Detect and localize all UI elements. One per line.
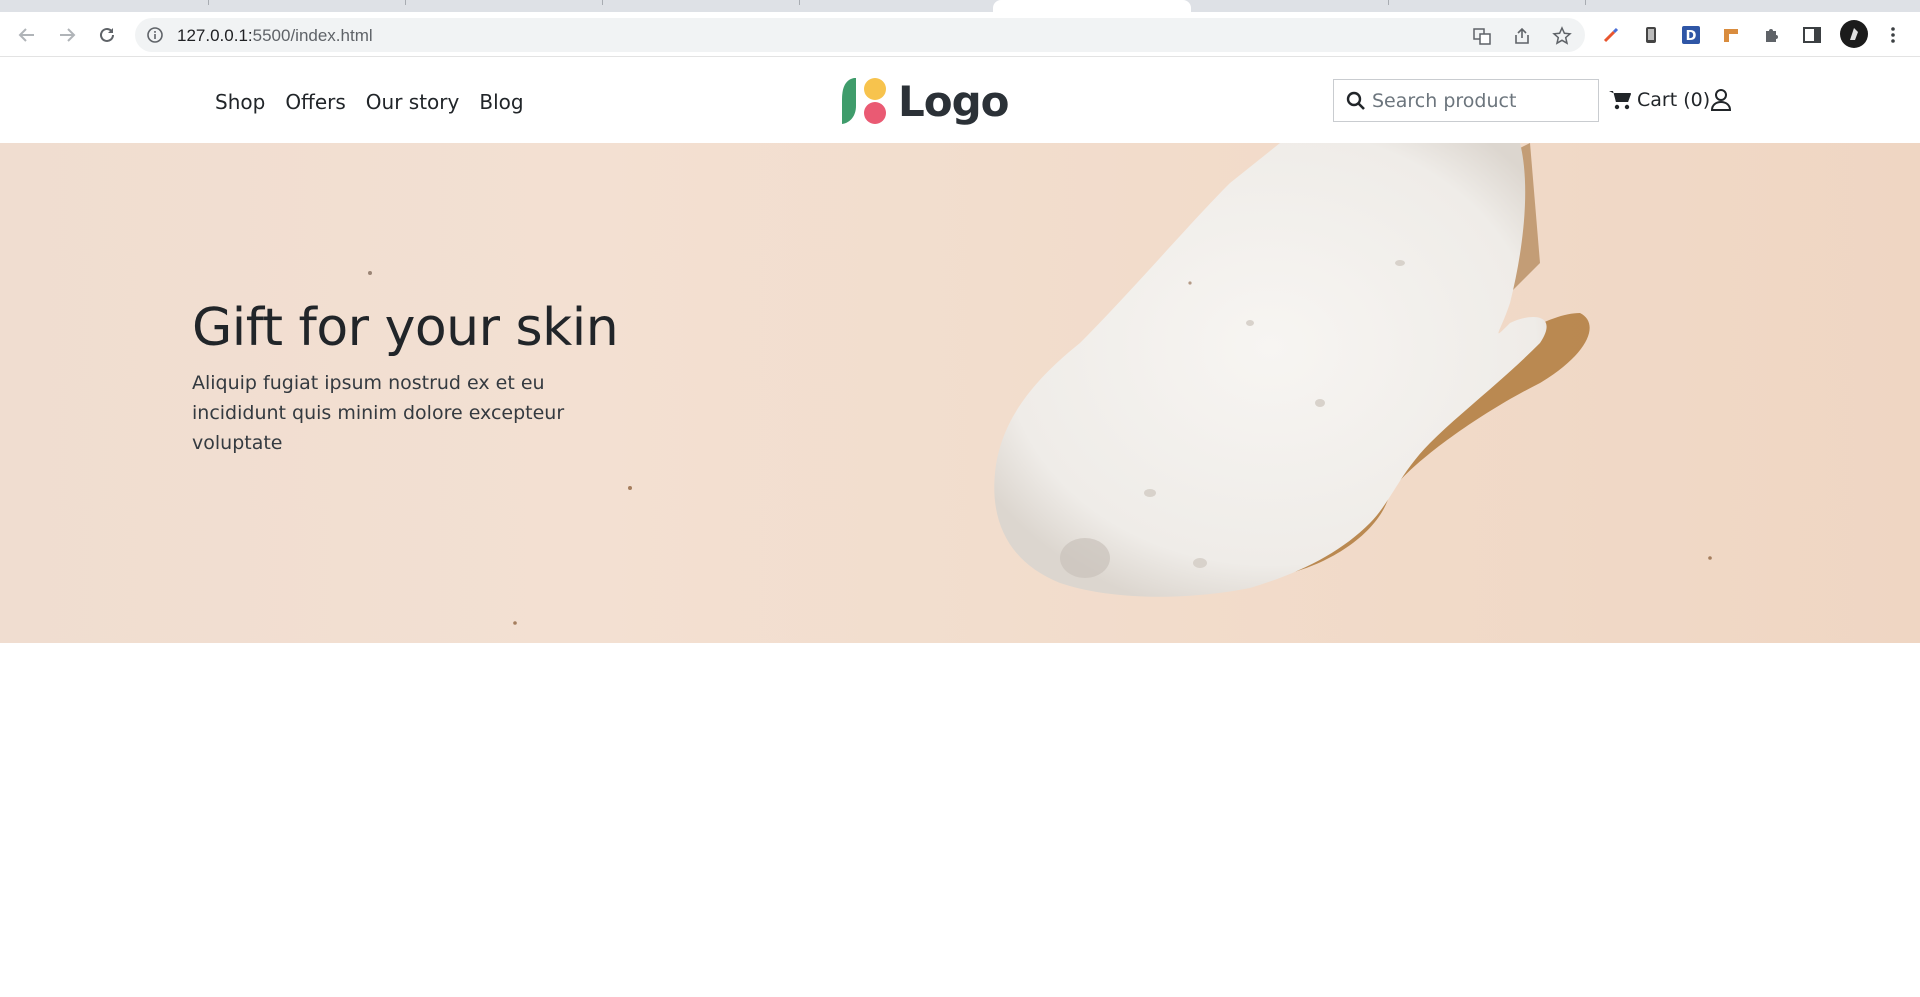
profile-avatar[interactable] [1840,20,1868,48]
menu-kebab-icon[interactable] [1882,24,1904,46]
hero-subtitle: Aliquip fugiat ipsum nostrud ex et eu in… [192,372,565,454]
color-picker-extension-icon[interactable] [1600,24,1622,46]
bookmark-star-icon[interactable] [1551,25,1573,47]
ruler-extension-icon[interactable] [1720,24,1742,46]
site-header: Shop Offers Our story Blog Logo Cart (0) [0,58,1920,143]
user-account-icon[interactable] [1710,88,1732,117]
reload-icon [100,27,114,42]
translate-icon[interactable] [1471,25,1493,47]
tab-separator [1388,0,1389,5]
cart-label: Cart (0) [1637,89,1711,111]
search-box[interactable] [1333,79,1599,122]
tab-separator [405,0,406,5]
d-extension-icon[interactable]: D [1680,24,1702,46]
tab-separator [208,0,209,5]
cart-button[interactable]: Cart (0) [1608,89,1710,111]
nav-link-shop[interactable]: Shop [215,90,265,114]
address-bar[interactable]: 127.0.0.1:5500/index.html [135,18,1585,52]
url-path: 5500/index.html [252,26,373,45]
nav-link-our-story[interactable]: Our story [366,90,460,114]
reload-button[interactable] [94,22,120,48]
search-input[interactable] [1372,80,1592,121]
site-info-icon[interactable] [147,27,163,48]
tab-separator [602,0,603,5]
url-text[interactable]: 127.0.0.1:5500/index.html [177,26,373,46]
arrow-left-icon [18,28,34,42]
extensions-puzzle-icon[interactable] [1761,24,1783,46]
nav-link-offers[interactable]: Offers [285,90,345,114]
arrow-right-icon [60,28,76,42]
phone-extension-icon[interactable] [1640,24,1662,46]
tab-separator [799,0,800,5]
url-host: 127.0.0.1: [177,26,253,45]
nav-link-blog[interactable]: Blog [479,90,523,114]
back-button[interactable] [14,22,40,48]
browser-toolbar: 127.0.0.1:5500/index.html D [0,12,1920,57]
cart-icon [1609,91,1631,110]
browser-tabstrip [0,0,1920,12]
active-tab[interactable] [993,0,1191,12]
logo-text: Logo [898,76,1010,126]
hero-banner: Gift for your skin Aliquip fugiat ipsum … [0,143,1920,643]
main-nav: Shop Offers Our story Blog [215,90,524,114]
hero-title: Gift for your skin [192,298,619,358]
forward-button[interactable] [54,22,80,48]
logo-mark-icon [842,78,886,124]
side-panel-icon[interactable] [1801,24,1823,46]
tab-separator [1585,0,1586,5]
search-icon[interactable] [1346,91,1366,116]
svg-text:D: D [1686,29,1697,44]
share-icon[interactable] [1511,25,1533,47]
site-logo[interactable]: Logo [840,76,1010,126]
